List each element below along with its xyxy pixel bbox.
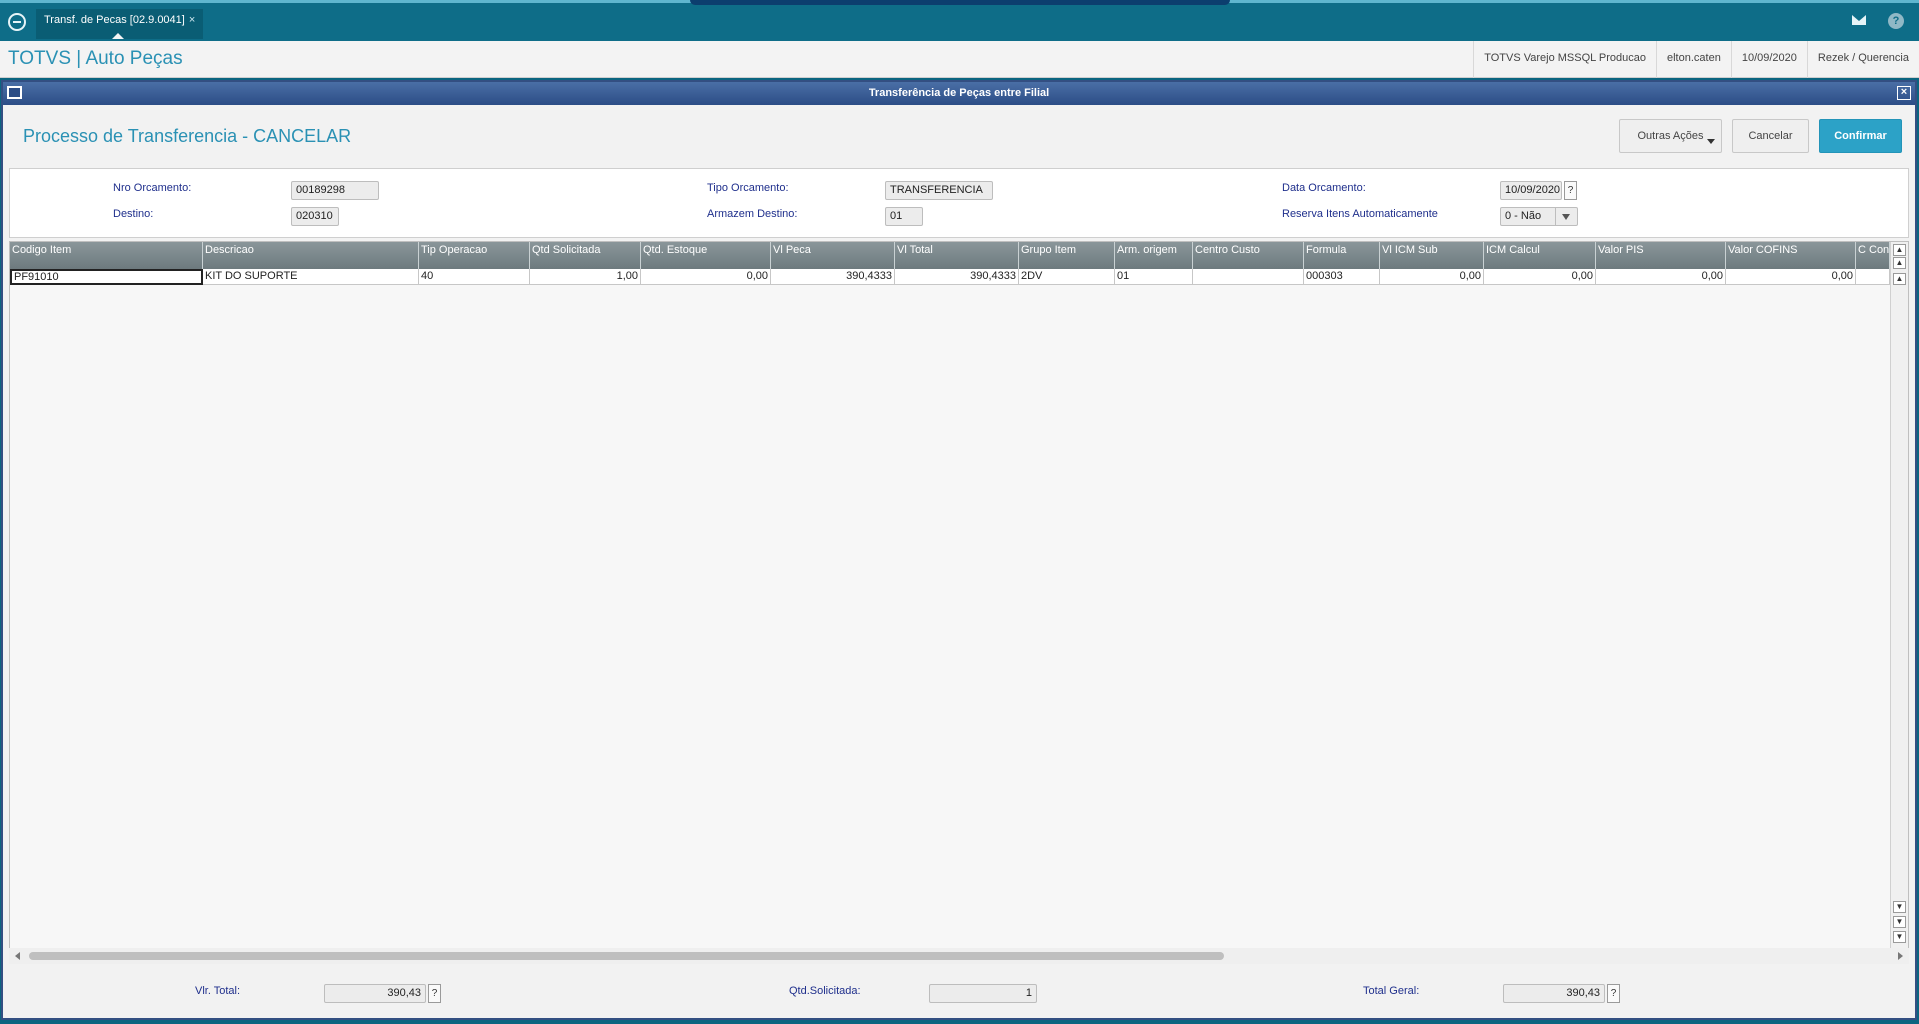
confirm-button[interactable]: Confirmar	[1819, 119, 1902, 153]
vlr-total-help-button[interactable]: ?	[428, 984, 441, 1003]
scroll-up-icon[interactable]: ▲	[1893, 273, 1906, 285]
vlr-total-label: Vlr. Total:	[195, 985, 241, 997]
branch-label: Rezek / Querencia	[1806, 41, 1919, 78]
close-icon[interactable]: ×	[1897, 86, 1911, 100]
grid-vertical-scrollbar[interactable]: ▲ ▲ ▲ ▼ ▼ ▼	[1890, 242, 1908, 953]
top-center-strip	[690, 0, 1230, 5]
vlr-total-field[interactable]: 390,43	[324, 984, 426, 1003]
col-header[interactable]: Qtd. Estoque	[641, 242, 771, 269]
tab-active-caret	[112, 33, 124, 39]
tipo-orcamento-label: Tipo Orcamento:	[707, 182, 789, 194]
scroll-down-icon[interactable]: ▼	[1893, 901, 1906, 913]
transfer-dialog: Transferência de Peças entre Filial × Pr…	[1, 80, 1917, 1020]
col-header[interactable]: Descricao	[203, 242, 419, 269]
reserva-itens-label: Reserva Itens Automaticamente	[1282, 208, 1438, 220]
chevron-down-icon[interactable]	[1555, 208, 1577, 225]
col-header[interactable]: Centro Custo	[1193, 242, 1304, 269]
data-orcamento-label: Data Orcamento:	[1282, 182, 1366, 194]
data-orcamento-help-button[interactable]: ?	[1564, 181, 1577, 200]
cancel-button[interactable]: Cancelar	[1732, 119, 1809, 153]
scroll-left-icon[interactable]	[15, 952, 20, 960]
cell-c-conta[interactable]	[1856, 269, 1890, 285]
app-title: TOTVS | Auto Peças	[8, 48, 183, 69]
armazem-destino-label: Armazem Destino:	[707, 208, 798, 220]
items-grid: Codigo Item Descricao Tip Operacao Qtd S…	[9, 241, 1909, 954]
total-geral-label: Total Geral:	[1363, 985, 1420, 997]
cell-vl-total[interactable]: 390,4333	[895, 269, 1019, 285]
nro-orcamento-field[interactable]: 00189298	[291, 181, 379, 200]
col-header[interactable]: Qtd Solicitada	[530, 242, 641, 269]
process-title: Processo de Transferencia - CANCELAR	[23, 126, 352, 146]
dialog-title: Transferência de Peças entre Filial	[868, 87, 1050, 99]
col-header[interactable]: Formula	[1304, 242, 1380, 269]
app-header: TOTVS | Auto Peças TOTVS Varejo MSSQL Pr…	[0, 41, 1919, 78]
cell-grupo-item[interactable]: 2DV	[1019, 269, 1115, 285]
scroll-page-up-icon[interactable]: ▲	[1893, 257, 1906, 269]
col-header[interactable]: Codigo Item	[10, 242, 203, 269]
environment-label: TOTVS Varejo MSSQL Producao	[1473, 41, 1656, 78]
qtd-solicitada-label: Qtd.Solicitada:	[789, 985, 861, 997]
col-header[interactable]: Arm. origem	[1115, 242, 1193, 269]
cell-codigo-item[interactable]: PF91010	[10, 269, 203, 285]
cell-tip-operacao[interactable]: 40	[419, 269, 530, 285]
cell-icm-calcul[interactable]: 0,00	[1484, 269, 1596, 285]
dialog-titlebar: Transferência de Peças entre Filial ×	[3, 82, 1915, 105]
scroll-page-down-icon[interactable]: ▼	[1893, 916, 1906, 928]
col-header[interactable]: ICM Calcul	[1484, 242, 1596, 269]
total-geral-help-button[interactable]: ?	[1607, 984, 1620, 1003]
destino-label: Destino:	[113, 208, 154, 220]
totvs-logo-icon[interactable]	[8, 13, 26, 31]
data-orcamento-field[interactable]: 10/09/2020	[1500, 181, 1562, 200]
status-bar	[0, 1020, 1919, 1024]
total-geral-field[interactable]: 390,43	[1503, 984, 1605, 1003]
qtd-solicitada-field[interactable]: 1	[929, 984, 1037, 1003]
grid-horizontal-scrollbar[interactable]	[9, 948, 1909, 964]
col-header[interactable]: Valor COFINS	[1726, 242, 1856, 269]
help-icon[interactable]: ?	[1888, 13, 1904, 29]
col-header[interactable]: Tip Operacao	[419, 242, 530, 269]
other-actions-button[interactable]: Outras Ações	[1619, 119, 1722, 153]
cell-formula[interactable]: 000303	[1304, 269, 1380, 285]
nro-orcamento-label: Nro Orcamento:	[113, 182, 192, 194]
cell-vl-icm-sub[interactable]: 0,00	[1380, 269, 1484, 285]
other-actions-label: Outras Ações	[1637, 130, 1704, 142]
scroll-right-icon[interactable]	[1898, 952, 1903, 960]
reserva-itens-select[interactable]: 0 - Não	[1500, 207, 1578, 226]
mail-icon[interactable]	[1852, 15, 1866, 25]
cell-descricao[interactable]: KIT DO SUPORTE	[203, 269, 419, 285]
cell-valor-cofins[interactable]: 0,00	[1726, 269, 1856, 285]
cell-arm-origem[interactable]: 01	[1115, 269, 1193, 285]
tab-transf-pecas[interactable]: Transf. de Pecas [02.9.0041] ×	[36, 9, 204, 39]
cell-valor-pis[interactable]: 0,00	[1596, 269, 1726, 285]
col-header[interactable]: Vl ICM Sub	[1380, 242, 1484, 269]
table-row[interactable]: PF91010 KIT DO SUPORTE 40 1,00 0,00 390,…	[10, 269, 1890, 285]
cell-vl-peca[interactable]: 390,4333	[771, 269, 895, 285]
col-header[interactable]: C Conta	[1856, 242, 1890, 269]
col-header[interactable]: Grupo Item	[1019, 242, 1115, 269]
cell-qtd-solicitada[interactable]: 1,00	[530, 269, 641, 285]
date-label: 10/09/2020	[1730, 41, 1807, 78]
col-header[interactable]: Vl Peca	[771, 242, 895, 269]
header-form: Nro Orcamento: 00189298 Destino: 020310 …	[9, 168, 1909, 238]
reserva-itens-value: 0 - Não	[1505, 210, 1542, 222]
scroll-top-icon[interactable]: ▲	[1893, 244, 1906, 256]
armazem-destino-field[interactable]: 01	[885, 207, 923, 226]
header-info: TOTVS Varejo MSSQL Producao elton.caten …	[1473, 41, 1919, 78]
col-header[interactable]: Vl Total	[895, 242, 1019, 269]
grid-header: Codigo Item Descricao Tip Operacao Qtd S…	[10, 242, 1890, 269]
dropdown-arrow-icon	[1707, 139, 1715, 144]
cell-qtd-estoque[interactable]: 0,00	[641, 269, 771, 285]
window-menu-icon[interactable]	[7, 86, 22, 99]
tab-close-icon[interactable]: ×	[189, 14, 195, 26]
cell-centro-custo[interactable]	[1193, 269, 1304, 285]
scroll-bottom-icon[interactable]: ▼	[1893, 931, 1906, 943]
col-header[interactable]: Valor PIS	[1596, 242, 1726, 269]
scroll-thumb[interactable]	[29, 952, 1224, 960]
destino-field[interactable]: 020310	[291, 207, 339, 226]
tab-label: Transf. de Pecas [02.9.0041]	[44, 14, 185, 26]
user-label: elton.caten	[1656, 41, 1731, 78]
tipo-orcamento-field[interactable]: TRANSFERENCIA	[885, 181, 993, 200]
app-topbar: Transf. de Pecas [02.9.0041] × ?	[0, 0, 1919, 41]
